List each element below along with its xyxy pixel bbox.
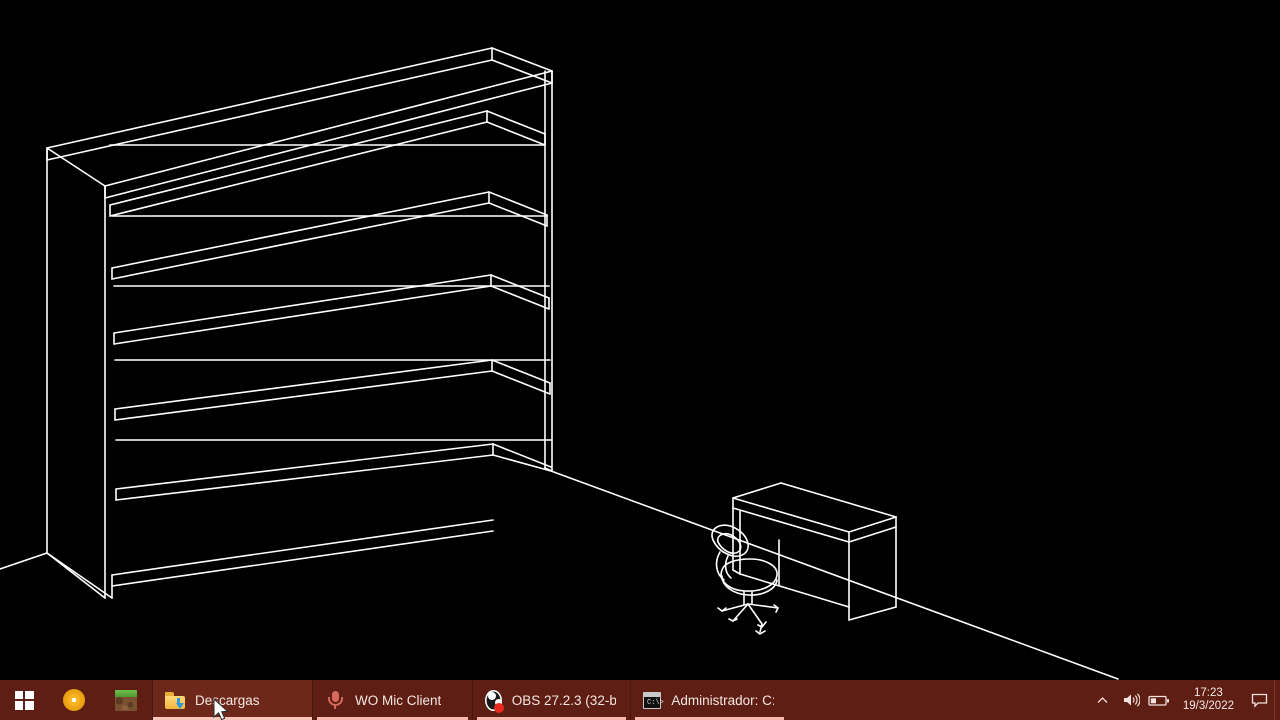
clock-time: 17:23 [1194,686,1223,699]
tray-overflow-button[interactable] [1089,680,1117,720]
chrome-canary-icon [63,689,85,711]
taskbar[interactable]: Descargas WO Mic Client OBS 27.2.3 (32-b… [0,680,1280,720]
notification-center-icon [1251,693,1267,708]
taskbar-pinned-chrome-canary[interactable] [48,680,100,720]
taskbar-task-command-prompt[interactable]: C:\> Administrador: C:\... [630,680,788,720]
minecraft-grass-block-icon [115,689,137,711]
taskbar-task-descargas[interactable]: Descargas [152,680,312,720]
microphone-icon [325,690,345,710]
taskbar-task-label: WO Mic Client [355,692,442,708]
chevron-up-icon [1097,696,1108,703]
room-floor-lines [0,470,1119,680]
downloads-folder-icon [165,691,185,709]
command-prompt-icon: C:\> [643,691,664,709]
taskbar-task-obs[interactable]: OBS 27.2.3 (32-bit, ... [472,680,630,720]
wireframe-scene-svg [0,47,1119,680]
desk [732,482,897,621]
taskbar-task-wo-mic[interactable]: WO Mic Client [312,680,472,720]
bookshelf [46,47,553,599]
show-desktop-button[interactable] [1274,680,1280,720]
system-tray: 17:23 19/3/2022 [1089,680,1280,720]
start-button[interactable] [0,680,48,720]
obs-studio-icon [485,689,504,713]
taskbar-task-label: Administrador: C:\... [671,692,774,708]
wireframe-scene-viewport[interactable] [0,0,1280,680]
clock-date: 19/3/2022 [1182,700,1234,712]
notification-center-button[interactable] [1244,680,1274,720]
speaker-icon [1123,693,1140,707]
taskbar-clock[interactable]: 17:23 19/3/2022 [1173,680,1244,720]
taskbar-empty-area[interactable] [788,680,1089,720]
tray-volume-button[interactable] [1117,680,1145,720]
tray-battery-button[interactable] [1145,680,1173,720]
desktop-screen: Descargas WO Mic Client OBS 27.2.3 (32-b… [0,0,1280,720]
battery-icon [1148,695,1169,706]
taskbar-task-label: OBS 27.2.3 (32-bit, ... [511,692,616,708]
taskbar-pinned-minecraft[interactable] [100,680,152,720]
taskbar-task-label: Descargas [195,692,260,708]
windows-logo-icon [14,690,34,710]
